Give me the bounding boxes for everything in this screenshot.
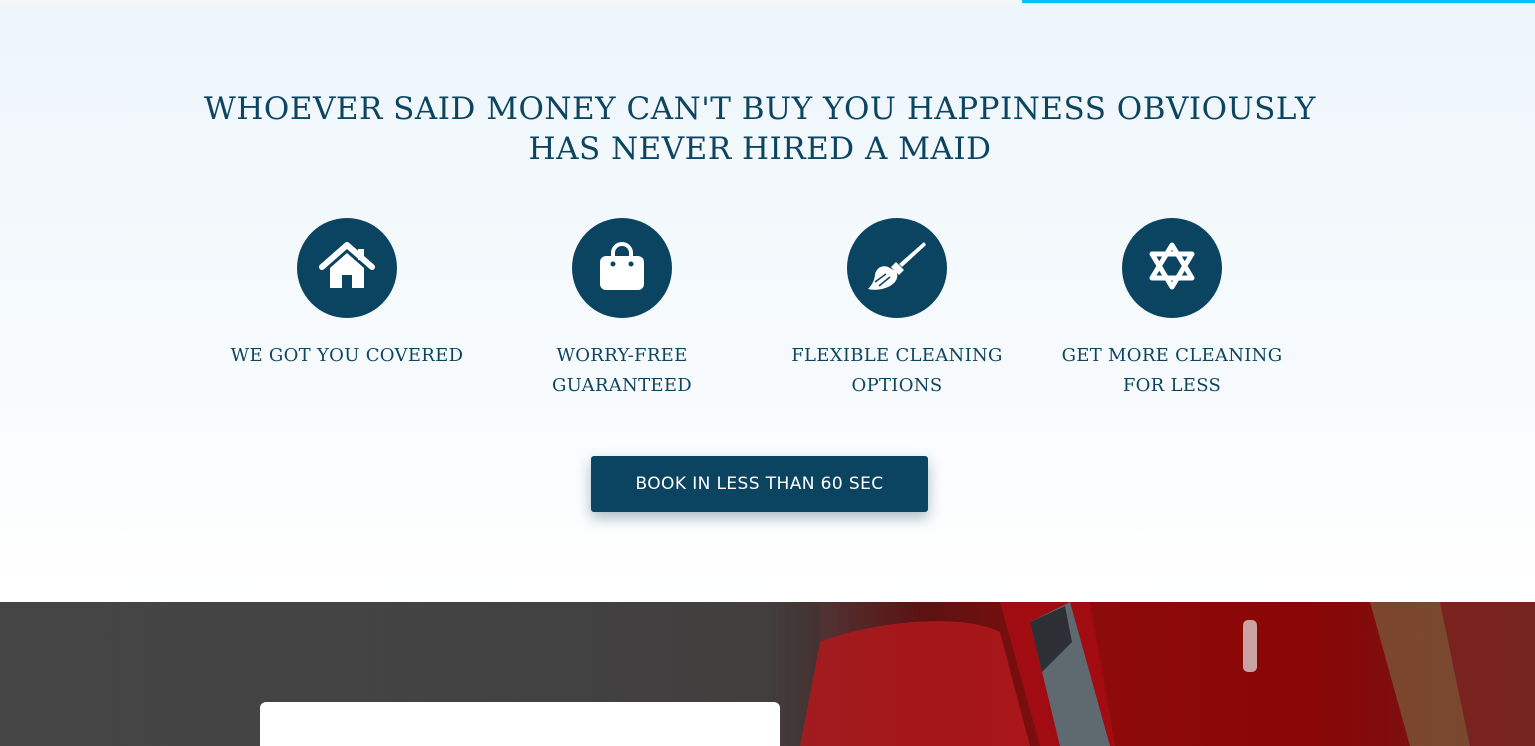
shopping-bag-icon bbox=[599, 241, 645, 296]
feature-icon-circle bbox=[1122, 218, 1222, 318]
feature-label: GET MORE CLEANING FOR LESS bbox=[1061, 345, 1283, 396]
paint-brush-icon bbox=[866, 239, 928, 298]
feature-icon-circle bbox=[847, 218, 947, 318]
star-of-david-icon bbox=[1146, 240, 1198, 297]
feature-icon-circle bbox=[572, 218, 672, 318]
booking-card bbox=[260, 702, 780, 746]
feature-icon-circle bbox=[297, 218, 397, 318]
feature-label: FLEXIBLE CLEANING OPTIONS bbox=[791, 345, 1003, 396]
feature-covered: WE GOT YOU COVERED bbox=[227, 218, 467, 371]
feature-value: GET MORE CLEANING FOR LESS bbox=[1052, 218, 1292, 401]
section-headline: WHOEVER SAID MONEY CAN'T BUY YOU HAPPINE… bbox=[204, 91, 1316, 167]
feature-label: WE GOT YOU COVERED bbox=[230, 345, 464, 366]
book-now-button[interactable]: BOOK IN LESS THAN 60 SEC bbox=[591, 456, 928, 512]
house-icon bbox=[318, 241, 376, 295]
feature-guarantee: WORRY-FREE GUARANTEED bbox=[502, 218, 742, 401]
feature-flexible: FLEXIBLE CLEANING OPTIONS bbox=[777, 218, 1017, 401]
feature-label: WORRY-FREE GUARANTEED bbox=[551, 345, 692, 396]
